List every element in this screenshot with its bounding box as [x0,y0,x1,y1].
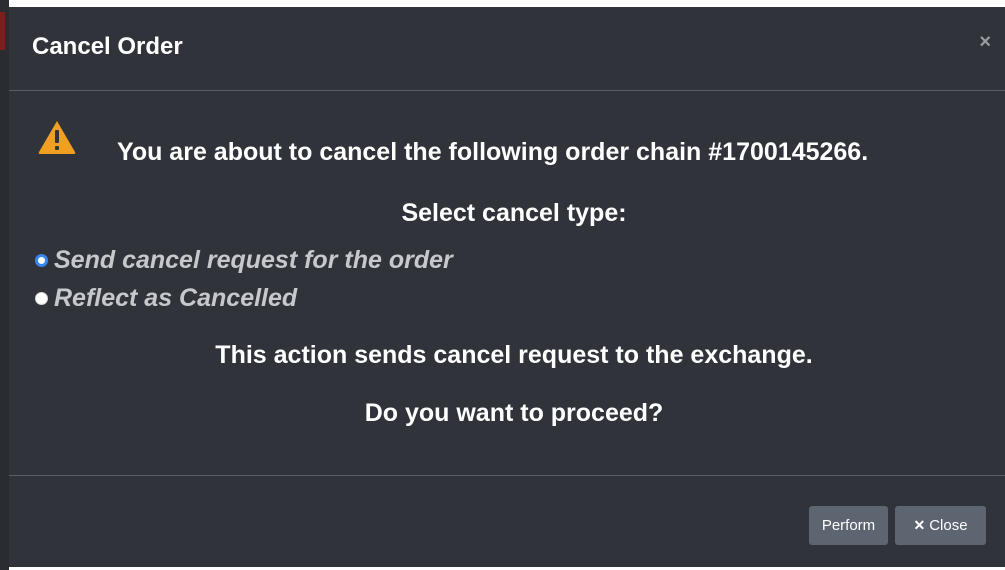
radio-button-checked[interactable] [35,254,48,267]
perform-button[interactable]: Perform [809,506,888,545]
cancel-type-label: Select cancel type: [401,199,627,227]
proceed-question: Do you want to proceed? [364,399,664,427]
close-button-label: Close [929,517,968,534]
order-chain-message: You are about to cancel the following or… [117,138,869,166]
radio-option-label[interactable]: Send cancel request for the order [54,246,453,275]
underlying-page-edge [0,0,9,570]
dialog-body: You are about to cancel the following or… [9,91,1005,475]
underlying-page-marker [0,12,5,50]
warning-triangle-icon [38,121,76,154]
dialog-header: Cancel Order × [9,7,1005,91]
close-icon[interactable]: × [979,32,991,52]
dialog-title: Cancel Order [32,33,183,60]
cancel-order-dialog: Cancel Order × You are about to cancel t… [9,7,1005,567]
radio-option-reflect-cancelled[interactable]: Reflect as Cancelled [35,284,297,313]
radio-option-label[interactable]: Reflect as Cancelled [54,284,297,313]
action-description: This action sends cancel request to the … [215,341,813,369]
dialog-footer: Perform ✕ Close [9,475,1005,567]
radio-option-send-cancel[interactable]: Send cancel request for the order [35,246,453,275]
close-button[interactable]: ✕ Close [895,506,986,545]
close-x-icon: ✕ [913,517,926,533]
radio-button-unchecked[interactable] [35,292,48,305]
